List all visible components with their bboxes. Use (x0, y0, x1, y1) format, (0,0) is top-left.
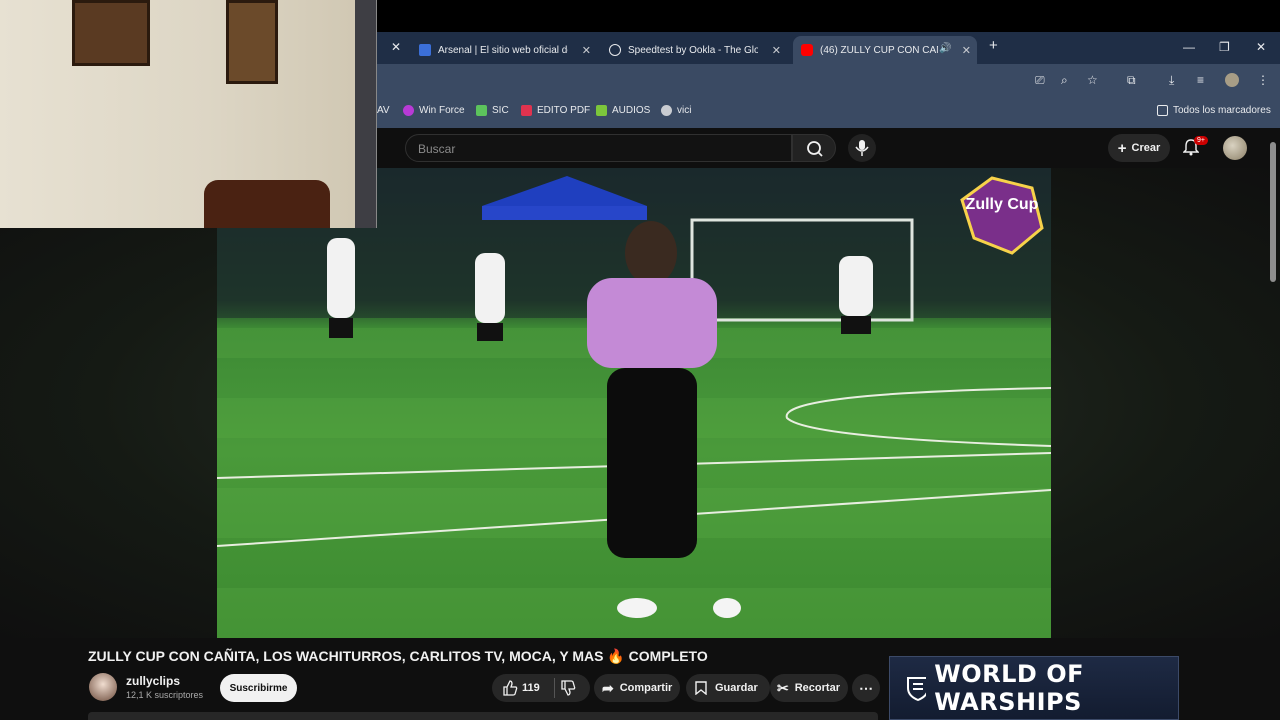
video-frame-illustration (217, 168, 1051, 638)
globe-icon (661, 105, 672, 116)
minimize-icon[interactable]: — (1183, 40, 1195, 54)
tab-close-icon[interactable]: ✕ (772, 44, 781, 57)
microphone-icon (855, 140, 869, 156)
share-arrow-icon: ➦ (602, 679, 614, 696)
ad-title: WORLD OF WARSHIPS (934, 660, 1085, 716)
cast-icon[interactable]: ⎚ (1035, 73, 1045, 88)
media-control-icon[interactable]: ≡ (1197, 73, 1204, 87)
thumbs-down-icon (561, 680, 576, 696)
avatar[interactable] (1223, 136, 1247, 160)
clip-button[interactable]: ✂ Recortar (770, 674, 848, 702)
bookmark-star-icon[interactable]: ☆ (1087, 73, 1098, 87)
youtube-favicon-icon (801, 44, 813, 56)
bookmark-win-force[interactable]: Win Force (403, 105, 465, 116)
channel-avatar[interactable] (89, 673, 117, 701)
win-force-icon (403, 105, 414, 116)
thumbs-up-icon (503, 680, 518, 696)
channel-name[interactable]: zullyclips (126, 674, 180, 688)
profile-icon[interactable] (1225, 73, 1239, 87)
close-window-icon[interactable]: ✕ (1256, 40, 1266, 54)
bookmark-icon (695, 681, 707, 695)
search-icon (807, 141, 823, 157)
scissors-icon: ✂ (777, 679, 789, 696)
like-count: 119 (522, 682, 540, 694)
chair-back (204, 180, 330, 228)
tab-speedtest[interactable]: Speedtest by Ookla - The Globa ✕ (601, 36, 787, 64)
bookmark-av[interactable]: AV (377, 105, 390, 116)
more-actions-button[interactable]: ⋯ (852, 674, 880, 702)
share-button[interactable]: ➦ Compartir (594, 674, 680, 702)
sic-icon (476, 105, 487, 116)
tab-close-icon[interactable]: ✕ (962, 44, 971, 57)
like-dislike-group: 119 (492, 674, 590, 702)
restore-icon[interactable]: ❐ (1219, 40, 1230, 54)
bookmark-sic[interactable]: SIC (476, 105, 509, 116)
audio-playing-icon[interactable]: 🔊 (939, 43, 951, 54)
youtube-header: Buscar + Crear 9+ (377, 128, 1280, 282)
video-player[interactable]: Zully Cup (217, 168, 1051, 638)
download-icon[interactable]: ⤓ (1169, 73, 1174, 88)
search-input[interactable]: Buscar (405, 134, 792, 162)
ad-banner[interactable]: WORLD OF WARSHIPS (889, 656, 1179, 720)
dislike-button[interactable] (560, 680, 576, 699)
browser-toolbar: ⎚ ⌕ ☆ ⧉ ⤓ ≡ ⋮ (377, 64, 1280, 96)
menu-kebab-icon[interactable]: ⋮ (1257, 73, 1269, 87)
like-divider (554, 678, 555, 698)
notification-badge: 9+ (1194, 136, 1208, 145)
zoom-icon[interactable]: ⌕ (1061, 73, 1068, 88)
arsenal-favicon-icon (419, 44, 431, 56)
description-box-edge (88, 712, 878, 720)
zully-cup-logo: Zully Cup (965, 196, 1039, 213)
wall-painting-left (72, 0, 150, 66)
tab-close-icon[interactable]: ✕ (582, 44, 591, 57)
like-button[interactable] (502, 680, 518, 699)
tab-youtube-active[interactable]: (46) ZULLY CUP CON CAÑIT 🔊 ✕ (793, 36, 977, 64)
more-horizontal-icon: ⋯ (859, 679, 873, 696)
save-button[interactable]: Guardar (686, 674, 770, 702)
voice-search-button[interactable] (848, 134, 876, 162)
bookmark-audios[interactable]: AUDIOS (596, 105, 650, 116)
prev-tab-close-icon[interactable]: ✕ (391, 40, 401, 54)
page-scrollbar[interactable] (1270, 142, 1276, 282)
bookmark-vici[interactable]: vici (661, 105, 691, 116)
doorframe (355, 0, 376, 228)
search-button[interactable] (792, 134, 836, 162)
audios-icon (596, 105, 607, 116)
bookmarks-bar: AV Win Force SIC EDITO PDF AUDIOS vici T… (377, 96, 1280, 128)
subscribe-button[interactable]: Suscribirme (220, 674, 297, 702)
edito-pdf-icon (521, 105, 532, 116)
webcam-overlay (0, 0, 377, 228)
video-title: ZULLY CUP CON CAÑITA, LOS WACHITURROS, C… (88, 648, 708, 664)
bookmark-edito-pdf[interactable]: EDITO PDF (521, 105, 590, 116)
new-tab-plus-icon[interactable]: + (989, 37, 998, 54)
create-button[interactable]: + Crear (1108, 134, 1170, 162)
browser-tab-bar: ✕ Arsenal | El sitio web oficial de l ✕ … (377, 32, 1280, 64)
speedtest-favicon-icon (609, 44, 621, 56)
wall-painting-right (226, 0, 278, 84)
warship-emblem-icon (907, 677, 927, 702)
tab-arsenal[interactable]: Arsenal | El sitio web oficial de l ✕ (411, 36, 597, 64)
folder-icon (1157, 105, 1168, 116)
all-bookmarks[interactable]: Todos los marcadores (1157, 105, 1271, 116)
extensions-icon[interactable]: ⧉ (1127, 73, 1136, 88)
subscriber-count: 12,1 K suscriptores (126, 690, 204, 700)
plus-icon: + (1117, 139, 1127, 157)
